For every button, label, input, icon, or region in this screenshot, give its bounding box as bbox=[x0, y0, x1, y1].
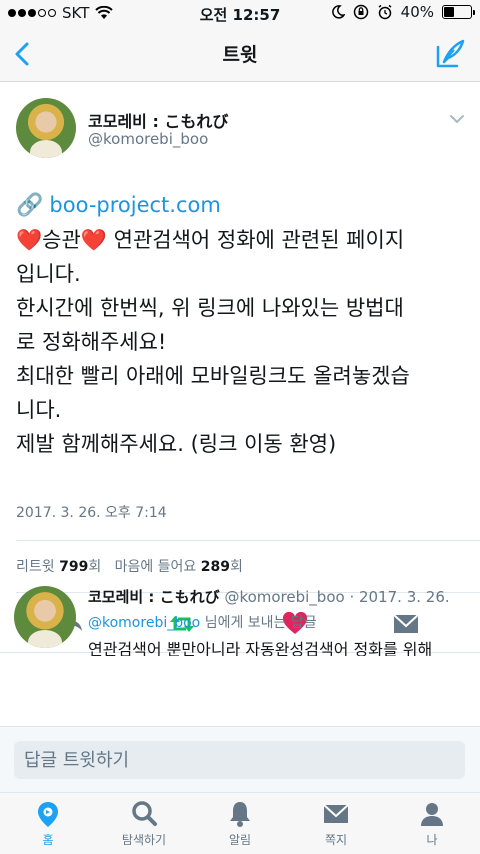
tweet-line: 로 정화해주세요! bbox=[16, 330, 167, 354]
tab-explore[interactable]: 탐색하기 bbox=[96, 799, 192, 853]
reply-to: @komorebi_boo 님에게 보내는 답글 bbox=[88, 612, 317, 632]
bell-icon bbox=[230, 802, 250, 827]
author-name[interactable]: 코모레비 : こもれび bbox=[88, 108, 228, 132]
person-icon bbox=[421, 803, 443, 826]
tab-messages[interactable]: 쪽지 bbox=[288, 799, 384, 853]
reply-tweet[interactable]: 코모레비 : こもれび @komorebi_boo · 2017. 3. 26.… bbox=[0, 572, 480, 656]
home-icon bbox=[38, 802, 58, 827]
tab-notifications[interactable]: 알림 bbox=[192, 799, 288, 853]
avatar[interactable] bbox=[16, 98, 76, 158]
tweet-line: 입니다. bbox=[16, 262, 81, 286]
avatar[interactable] bbox=[14, 586, 76, 648]
battery-percent: 40% bbox=[400, 3, 434, 21]
search-icon bbox=[132, 801, 157, 826]
chevron-down-icon[interactable] bbox=[448, 110, 466, 128]
heart-emoji-icon: ❤️ bbox=[16, 228, 43, 252]
page-title: 트윗 bbox=[222, 44, 258, 66]
navigation-bar: 트윗 bbox=[0, 26, 480, 82]
tweet-link[interactable]: boo-project.com bbox=[49, 193, 220, 217]
heart-emoji-icon: ❤️ bbox=[80, 228, 107, 252]
reply-to-suffix: 님에게 보내는 답글 bbox=[204, 615, 317, 631]
reply-input[interactable] bbox=[14, 741, 465, 779]
envelope-icon bbox=[323, 804, 349, 823]
status-bar: SKT 오전 12:57 40% bbox=[0, 0, 480, 26]
tab-label: 알림 bbox=[228, 833, 252, 847]
battery-icon bbox=[442, 5, 475, 19]
tweet-line: 한시간에 한번씩, 위 링크에 나와있는 방법대 bbox=[16, 296, 404, 320]
reply-header: 코모레비 : こもれび @komorebi_boo · 2017. 3. 26. bbox=[88, 586, 450, 607]
tweet-line: 니다. bbox=[16, 398, 62, 422]
alarm-icon bbox=[378, 4, 392, 20]
reply-text: 연관검색어 뿐만아니라 자동완성검색어 정화를 위해 bbox=[88, 640, 433, 656]
tab-profile[interactable]: 나 bbox=[384, 799, 480, 853]
tab-home[interactable]: 홈 bbox=[0, 799, 96, 853]
divider bbox=[16, 540, 480, 541]
moon-icon bbox=[331, 5, 345, 19]
tab-bar: 홈 탐색하기 알림 쪽지 나 bbox=[0, 792, 480, 854]
reply-composer bbox=[0, 726, 480, 792]
tab-label: 나 bbox=[426, 833, 438, 847]
compose-tweet-icon[interactable] bbox=[434, 38, 466, 70]
status-icons: 40% bbox=[331, 3, 475, 21]
tab-label: 홈 bbox=[42, 833, 54, 847]
rotation-lock-icon bbox=[353, 4, 368, 20]
tweet-line: 승관 bbox=[42, 228, 81, 252]
author-handle[interactable]: @komorebi_boo bbox=[88, 130, 208, 148]
tweet-line: 연관검색어 정화에 관련된 페이지 bbox=[113, 228, 405, 252]
tweet-timestamp: 2017. 3. 26. 오후 7:14 bbox=[16, 505, 167, 521]
tweet-line: 최대한 빨리 아래에 모바일링크도 올려놓겠습 bbox=[16, 364, 410, 388]
reply-to-handle[interactable]: @komorebi_boo bbox=[88, 615, 200, 631]
tweet-line: 제발 함께해주세요. (링크 이동 환영) bbox=[16, 432, 337, 456]
tab-label: 쪽지 bbox=[324, 833, 348, 847]
link-emoji-icon: 🔗 bbox=[16, 193, 44, 218]
reply-meta: @komorebi_boo · 2017. 3. 26. bbox=[224, 588, 450, 606]
reply-author-name: 코모레비 : こもれび bbox=[88, 588, 220, 606]
tweet-text: 🔗 boo-project.com ❤️승관❤️ 연관검색어 정화에 관련된 페이… bbox=[16, 188, 468, 461]
tab-label: 탐색하기 bbox=[121, 833, 167, 847]
